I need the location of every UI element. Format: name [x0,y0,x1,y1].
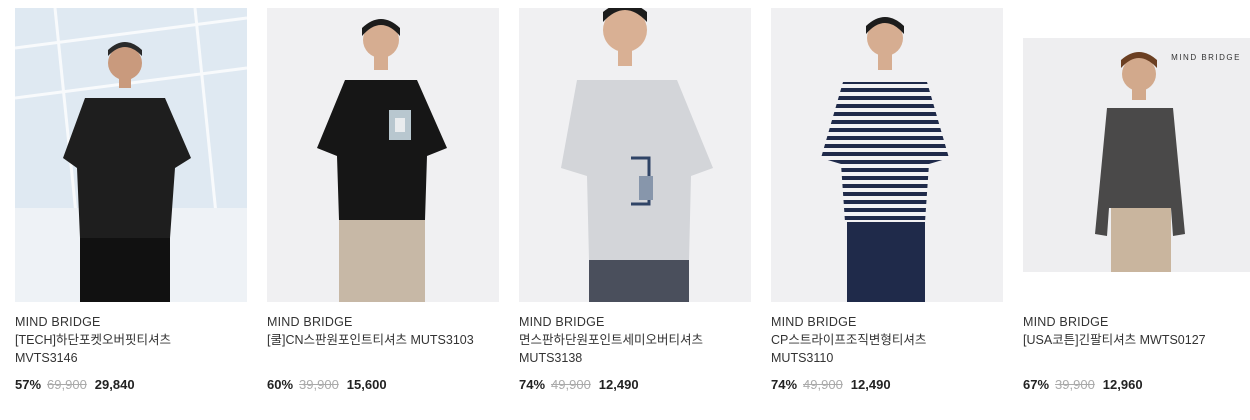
price-row: 74% 49,900 12,490 [519,377,639,392]
price-row: 57% 69,900 29,840 [15,377,135,392]
original-price: 39,900 [299,377,339,392]
product-brand: MIND BRIDGE [1023,315,1109,329]
product-name[interactable]: [USA코튼]긴팔티셔츠 MWTS0127 [1023,331,1235,349]
pants-shape [589,260,689,302]
product-image[interactable]: MIND BRIDGE [1023,8,1250,302]
product-image[interactable] [519,8,751,302]
sale-price: 15,600 [346,377,387,392]
product-photo [267,8,499,302]
product-card[interactable]: MIND BRIDGE [TECH]하단포켓오버핏티셔츠 MVTS3146 57… [15,8,247,408]
pants-shape [80,238,170,302]
discount-rate: 57% [15,377,42,392]
price-row: 74% 49,900 12,490 [771,377,891,392]
product-card[interactable]: MIND BRIDGE MIND BRIDGE [USA코튼]긴팔티셔츠 MWT… [1023,8,1250,408]
sale-price: 29,840 [94,377,135,392]
product-image[interactable] [15,8,247,302]
product-photo: MIND BRIDGE [1023,8,1250,302]
product-image[interactable] [267,8,499,302]
original-price: 69,900 [47,377,87,392]
discount-rate: 60% [267,377,294,392]
product-brand: MIND BRIDGE [771,315,857,329]
discount-rate: 67% [1023,377,1050,392]
discount-rate: 74% [519,377,546,392]
product-photo [519,8,751,302]
product-name[interactable]: 면스판하단원포인트세미오버티셔츠 MUTS3138 [519,331,731,367]
product-card[interactable]: MIND BRIDGE CP스트라이프조직변형티셔츠 MUTS3110 74% 4… [771,8,1003,408]
pants-shape [1111,208,1171,272]
product-brand: MIND BRIDGE [15,315,101,329]
product-grid: MIND BRIDGE [TECH]하단포켓오버핏티셔츠 MVTS3146 57… [15,8,1250,408]
price-row: 60% 39,900 15,600 [267,377,387,392]
discount-rate: 74% [771,377,798,392]
pants-shape [339,220,425,302]
product-brand: MIND BRIDGE [519,315,605,329]
product-name[interactable]: CP스트라이프조직변형티셔츠 MUTS3110 [771,331,983,367]
sale-price: 12,490 [850,377,891,392]
sale-price: 12,490 [598,377,639,392]
product-name[interactable]: [쿨]CN스판원포인트티셔츠 MUTS3103 [267,331,479,349]
original-price: 49,900 [551,377,591,392]
product-card[interactable]: MIND BRIDGE 면스판하단원포인트세미오버티셔츠 MUTS3138 74… [519,8,751,408]
sale-price: 12,960 [1102,377,1143,392]
product-photo [771,8,1003,302]
price-row: 67% 39,900 12,960 [1023,377,1143,392]
product-name[interactable]: [TECH]하단포켓오버핏티셔츠 MVTS3146 [15,331,227,367]
image-caption: MIND BRIDGE [1171,53,1241,62]
product-card[interactable]: MIND BRIDGE [쿨]CN스판원포인트티셔츠 MUTS3103 60% 3… [267,8,499,408]
product-brand: MIND BRIDGE [267,315,353,329]
pants-shape [847,222,925,302]
product-photo [15,8,247,302]
original-price: 39,900 [1055,377,1095,392]
original-price: 49,900 [803,377,843,392]
product-image[interactable] [771,8,1003,302]
